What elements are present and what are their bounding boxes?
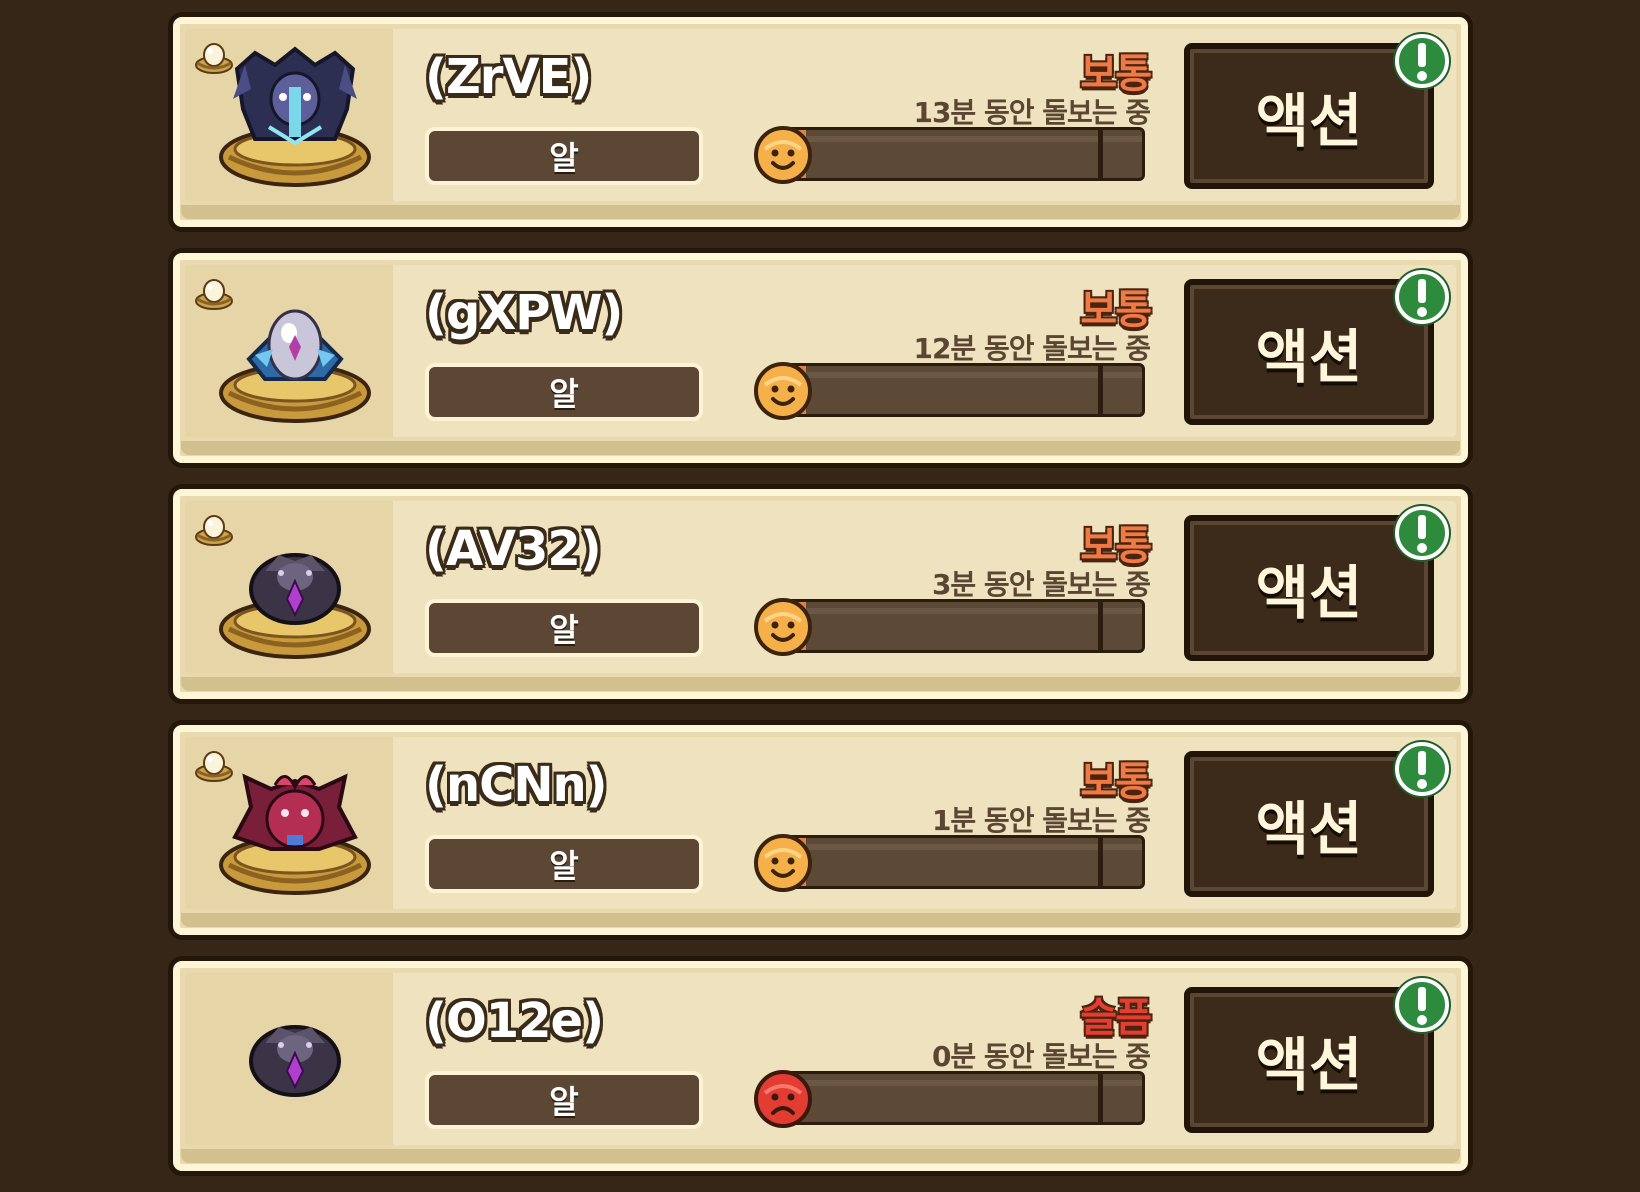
pet-type-badge: 알 <box>425 599 703 657</box>
pet-card: (gXPW) 알 보통 12분 동안 돌보는 중 액션 <box>168 248 1473 468</box>
bar-sheen <box>788 372 1142 378</box>
creature-sprite[interactable] <box>215 747 375 897</box>
bar-notch <box>1098 838 1103 886</box>
pet-name: (gXPW) <box>425 285 623 341</box>
smiley-face-icon <box>751 831 815 895</box>
care-duration: 1분 동안 돌보는 중 <box>931 804 1151 837</box>
exclamation-icon[interactable] <box>1390 29 1454 93</box>
pet-name: (AV32) <box>425 521 602 577</box>
smiley-face-icon <box>751 359 815 423</box>
care-duration: 12분 동안 돌보는 중 <box>913 332 1151 365</box>
care-duration: 13분 동안 돌보는 중 <box>913 96 1151 129</box>
bar-sheen <box>788 608 1142 614</box>
mood-progress-bar <box>785 599 1145 653</box>
creature-sprite[interactable] <box>215 511 375 661</box>
mood-progress-bar <box>785 363 1145 417</box>
care-duration: 3분 동안 돌보는 중 <box>931 568 1151 601</box>
pet-type-badge: 알 <box>425 1071 703 1129</box>
bar-notch <box>1098 1074 1103 1122</box>
pet-type-badge: 알 <box>425 363 703 421</box>
exclamation-icon[interactable] <box>1390 737 1454 801</box>
pet-card: (ZrVE) 알 보통 13분 동안 돌보는 중 액션 <box>168 12 1473 232</box>
smiley-face-icon <box>751 123 815 187</box>
pet-name: (O12e) <box>425 993 604 1049</box>
mood-progress-bar <box>785 835 1145 889</box>
pet-card: (nCNn) 알 보통 1분 동안 돌보는 중 액션 <box>168 720 1473 940</box>
bar-sheen <box>788 1080 1142 1086</box>
sad-face-icon <box>751 1067 815 1131</box>
exclamation-icon[interactable] <box>1390 265 1454 329</box>
pet-card: (AV32) 알 보통 3분 동안 돌보는 중 액션 <box>168 484 1473 704</box>
pet-list: (ZrVE) 알 보통 13분 동안 돌보는 중 액션 (gXPW) 알 보통 … <box>168 12 1473 1192</box>
smiley-face-icon <box>751 595 815 659</box>
pet-name: (nCNn) <box>425 757 608 813</box>
creature-sprite[interactable] <box>215 983 375 1133</box>
mood-progress-bar <box>785 127 1145 181</box>
pet-name: (ZrVE) <box>425 49 592 105</box>
bar-sheen <box>788 136 1142 142</box>
bar-notch <box>1098 602 1103 650</box>
care-duration: 0분 동안 돌보는 중 <box>931 1040 1151 1073</box>
bar-notch <box>1098 130 1103 178</box>
pet-type-badge: 알 <box>425 127 703 185</box>
pet-card: (O12e) 알 슬픔 0분 동안 돌보는 중 액션 <box>168 956 1473 1176</box>
bar-notch <box>1098 366 1103 414</box>
creature-sprite[interactable] <box>215 39 375 189</box>
creature-sprite[interactable] <box>215 275 375 425</box>
bar-sheen <box>788 844 1142 850</box>
pet-type-badge: 알 <box>425 835 703 893</box>
mood-progress-bar <box>785 1071 1145 1125</box>
exclamation-icon[interactable] <box>1390 501 1454 565</box>
exclamation-icon[interactable] <box>1390 973 1454 1037</box>
